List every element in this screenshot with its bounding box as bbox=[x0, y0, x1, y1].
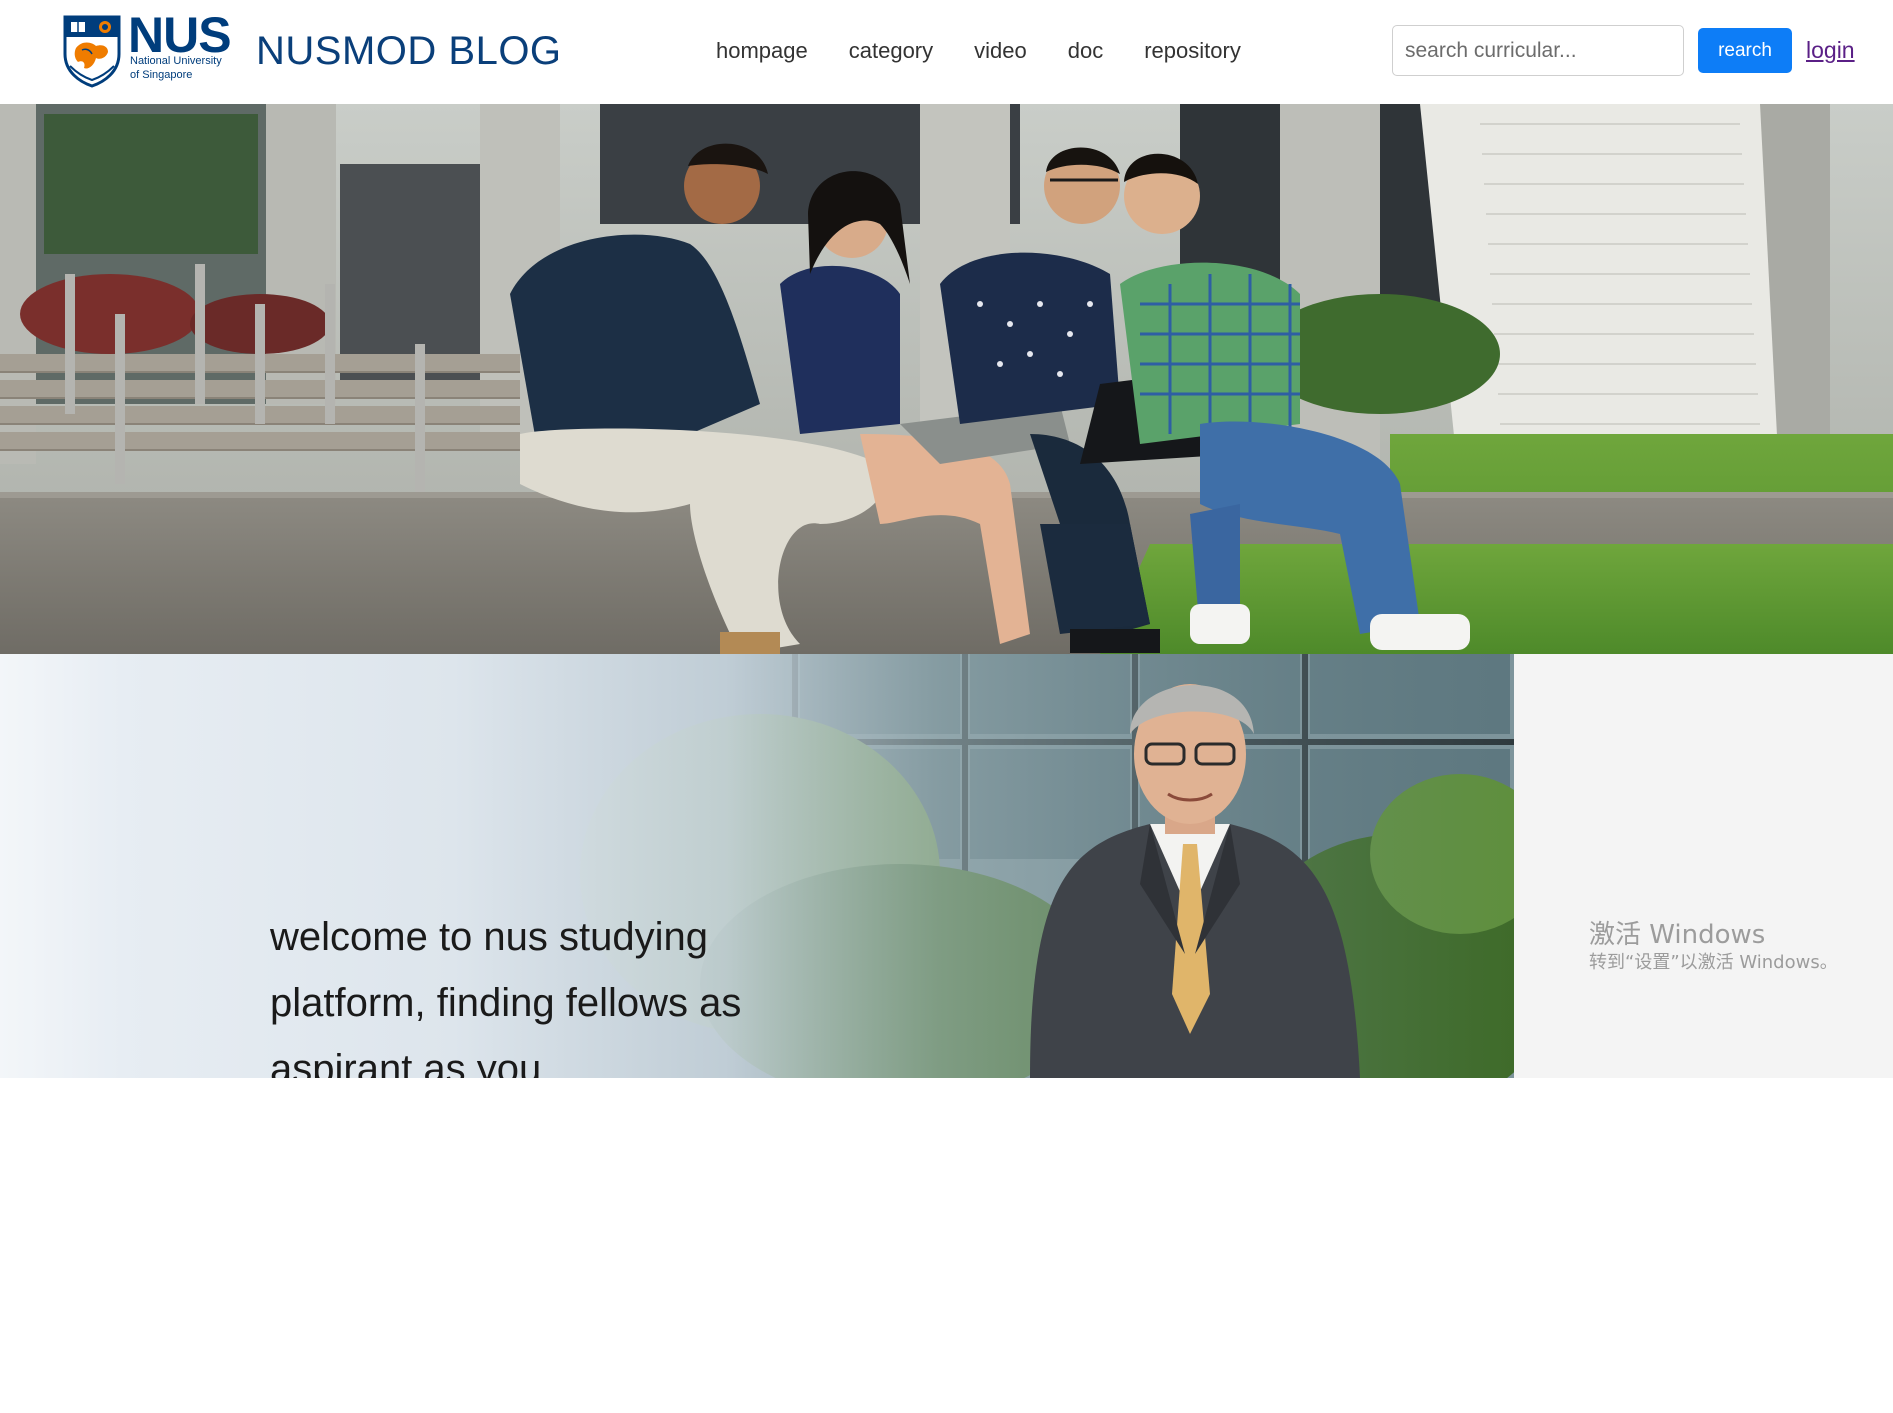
windows-activation-subtitle: 转到“设置”以激活 Windows。 bbox=[1589, 952, 1838, 973]
nav-item-hompage[interactable]: hompage bbox=[716, 38, 808, 64]
search-input[interactable] bbox=[1392, 25, 1684, 76]
login-link[interactable]: login bbox=[1806, 37, 1855, 64]
nus-logo-subtitle: National University of Singapore bbox=[130, 54, 222, 82]
nav-item-doc[interactable]: doc bbox=[1068, 38, 1103, 64]
site-title[interactable]: NUSMOD BLOG bbox=[256, 26, 562, 76]
nav-item-category[interactable]: category bbox=[849, 38, 933, 64]
nus-wordmark: NUS bbox=[128, 7, 232, 63]
main-nav: hompage category video doc repository bbox=[716, 38, 1282, 64]
windows-activation-title: 激活 Windows bbox=[1589, 920, 1766, 950]
site-header: NUS National University of Singapore NUS… bbox=[0, 0, 1893, 104]
nus-logo-subtitle-line2: of Singapore bbox=[130, 69, 193, 81]
nav-item-repository[interactable]: repository bbox=[1144, 38, 1241, 64]
hero-photo-illustration bbox=[0, 104, 1893, 654]
search-button[interactable]: rearch bbox=[1698, 28, 1792, 73]
nus-logo-subtitle-line1: National University bbox=[130, 55, 222, 67]
banner-side-panel bbox=[1514, 654, 1893, 1078]
welcome-message: welcome to nus studying platform, findin… bbox=[270, 915, 742, 1078]
hero-students-photo bbox=[0, 104, 1893, 654]
nus-crest-icon bbox=[63, 15, 121, 88]
nav-item-video[interactable]: video bbox=[974, 38, 1027, 64]
welcome-banner: welcome to nus studying platform, findin… bbox=[0, 654, 1514, 1078]
nus-logo[interactable]: NUS National University of Singapore bbox=[62, 7, 232, 90]
